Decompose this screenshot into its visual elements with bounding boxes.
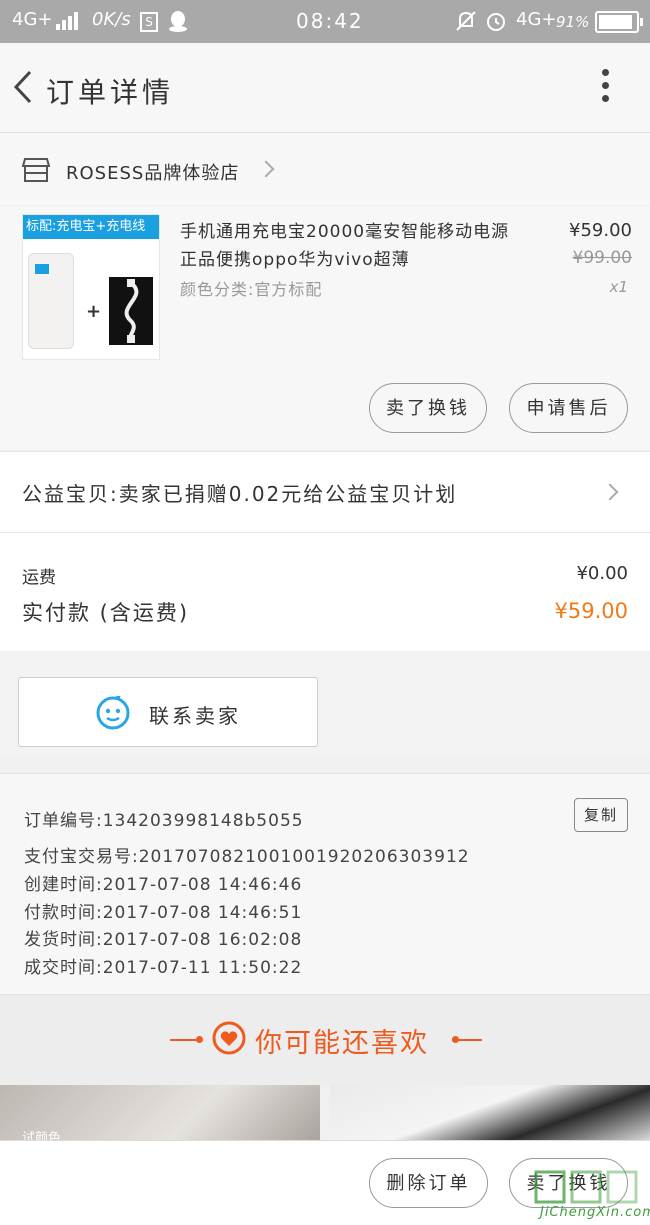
qq-icon (169, 11, 187, 32)
divider-dot (196, 1036, 203, 1043)
network-speed: 0K/s (92, 9, 131, 30)
mute-icon (456, 11, 476, 31)
power-bank-picture (28, 253, 74, 349)
recommended-item-thumbnail[interactable] (330, 1085, 650, 1140)
store-icon (22, 158, 50, 182)
alipay-trade-number: 支付宝交易号:2017070821001001920206303912 (24, 847, 470, 867)
store-name[interactable]: ROSESS品牌体验店 (66, 159, 239, 185)
cable-picture (109, 277, 153, 345)
page-title: 订单详情 (46, 76, 175, 109)
completed-time: 成交时间:2017-07-11 11:50:22 (24, 958, 303, 978)
paid-value: ¥59.00 (554, 599, 628, 623)
sim-s-icon: S (140, 12, 158, 32)
chat-bubble-icon (96, 696, 130, 730)
recommend-title: 你可能还喜欢 (255, 1028, 429, 1059)
after-sale-button[interactable]: 申请售后 (509, 383, 628, 433)
product-image-tag: 标配:充电宝+充电线 (23, 215, 159, 239)
chevron-right-icon (601, 483, 619, 501)
product-original-price: ¥99.00 (572, 248, 632, 268)
product-title[interactable]: 手机通用充电宝20000毫安智能移动电源正品便携oppo华为vivo超薄 (180, 218, 515, 274)
store-row[interactable]: ROSESS品牌体验店 (0, 133, 650, 205)
order-number: 订单编号:134203998148b5055 (24, 811, 304, 831)
signal-icon (56, 12, 78, 30)
more-dots-icon[interactable] (595, 69, 615, 109)
charity-row[interactable]: 公益宝贝:卖家已捐赠0.02元给公益宝贝计划 (0, 451, 650, 533)
product-price: ¥59.00 (569, 220, 632, 241)
order-info: 订单编号:134203998148b5055 支付宝交易号:2017070821… (0, 773, 650, 995)
contact-seller-button[interactable]: 联系卖家 (18, 677, 318, 747)
recommend-header: 你可能还喜欢 (0, 995, 650, 1085)
product-sku: 颜色分类:官方标配 (180, 280, 323, 299)
watermark-text: JiChengXin.com (540, 1205, 650, 1220)
product-card: 标配:充电宝+充电线 + 手机通用充电宝20000毫安智能移动电源正品便携opp… (0, 206, 650, 450)
divider (452, 1039, 482, 1041)
delete-order-button[interactable]: 删除订单 (369, 1158, 488, 1208)
paid-time: 付款时间:2017-07-08 14:46:51 (24, 903, 303, 923)
shipping-label: 运费 (22, 568, 56, 588)
paid-label: 实付款 (含运费) (22, 601, 190, 625)
shipped-time: 发货时间:2017-07-08 16:02:08 (24, 930, 303, 950)
product-image[interactable]: 标配:充电宝+充电线 + (22, 214, 160, 360)
charity-text: 公益宝贝:卖家已捐赠0.02元给公益宝贝计划 (22, 482, 458, 506)
sell-swap-button[interactable]: 卖了换钱 (369, 383, 487, 433)
product-image-plus: + (86, 301, 102, 322)
back-arrow-icon[interactable] (10, 69, 36, 105)
battery-icon (595, 11, 643, 33)
heart-icon (212, 1021, 246, 1055)
copy-button[interactable]: 复制 (574, 798, 628, 832)
network-type-left: 4G+ (12, 9, 53, 30)
contact-section: 联系卖家 (0, 652, 650, 757)
created-time: 创建时间:2017-07-08 14:46:46 (24, 875, 303, 895)
shipping-value: ¥0.00 (576, 563, 628, 584)
status-bar: 4G+ 0K/s S 08:42 4G+ 91% (0, 0, 650, 43)
product-quantity: x1 (609, 278, 628, 296)
battery-percent: 91% (556, 13, 590, 31)
network-type-right: 4G+ (516, 9, 557, 30)
payment-summary: 运费 ¥0.00 实付款 (含运费) ¥59.00 (0, 533, 650, 651)
chevron-right-icon (257, 160, 275, 178)
contact-seller-label: 联系卖家 (149, 704, 241, 728)
alarm-icon (487, 13, 505, 31)
nav-bar: 订单详情 (0, 43, 650, 133)
clock: 08:42 (296, 9, 364, 33)
